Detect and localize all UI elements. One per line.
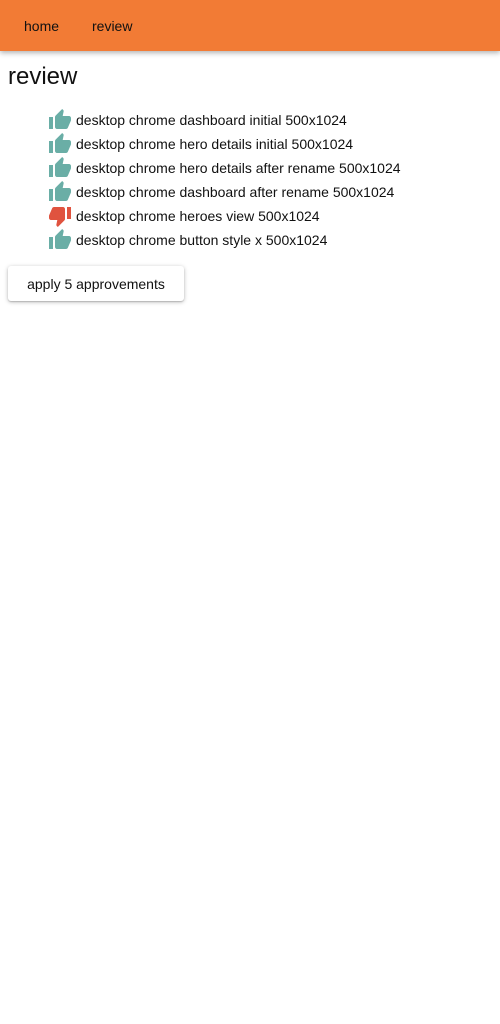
review-item: desktop chrome button style x 500x1024 [48, 228, 401, 252]
review-item: desktop chrome heroes view 500x1024 [48, 204, 401, 228]
apply-approvements-button[interactable]: apply 5 approvements [8, 266, 184, 301]
thumbs-up-icon[interactable] [48, 132, 72, 156]
review-item-label: desktop chrome dashboard after rename 50… [76, 184, 395, 200]
top-nav-bar: home review [0, 0, 500, 51]
review-item-label: desktop chrome dashboard initial 500x102… [76, 112, 347, 128]
thumbs-up-icon[interactable] [48, 228, 72, 252]
review-item: desktop chrome dashboard initial 500x102… [48, 108, 401, 132]
review-item: desktop chrome hero details initial 500x… [48, 132, 401, 156]
review-item-label: desktop chrome hero details initial 500x… [76, 136, 354, 152]
thumbs-up-icon[interactable] [48, 108, 72, 132]
thumbs-up-icon[interactable] [48, 180, 72, 204]
nav-home-link[interactable]: home [24, 17, 59, 35]
review-item-label: desktop chrome heroes view 500x1024 [76, 208, 320, 224]
thumbs-up-icon[interactable] [48, 156, 72, 180]
review-list: desktop chrome dashboard initial 500x102… [48, 108, 401, 252]
review-item-label: desktop chrome button style x 500x1024 [76, 232, 328, 248]
nav-review-link[interactable]: review [92, 17, 132, 35]
review-item: desktop chrome dashboard after rename 50… [48, 180, 401, 204]
review-item-label: desktop chrome hero details after rename… [76, 160, 401, 176]
review-item: desktop chrome hero details after rename… [48, 156, 401, 180]
thumbs-down-icon[interactable] [48, 204, 72, 228]
page-title: review [8, 63, 78, 90]
